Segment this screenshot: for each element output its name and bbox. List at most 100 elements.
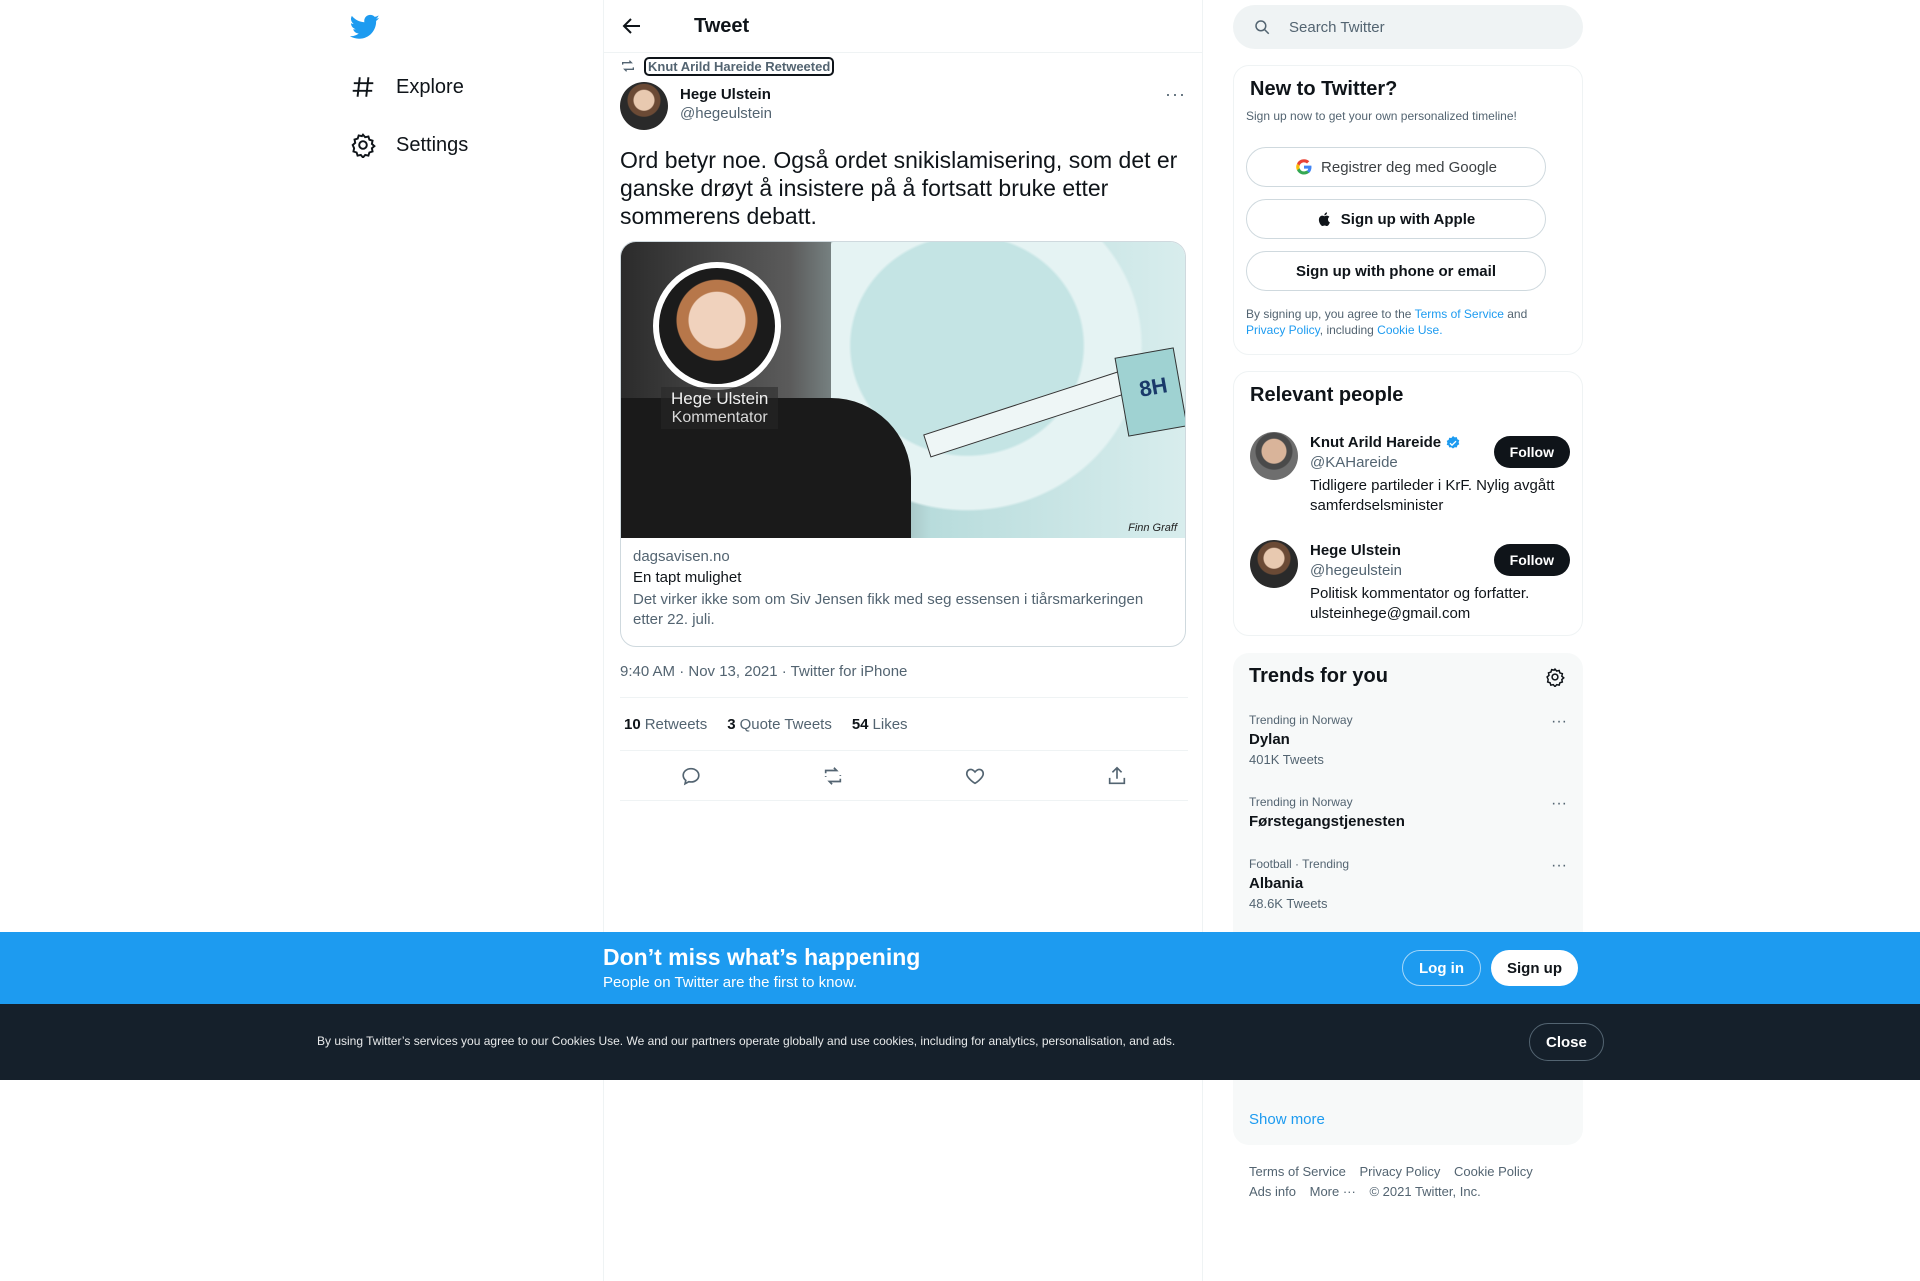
person-bio: Tidligere partileder i KrF. Nylig avgått… (1310, 477, 1555, 514)
signup-promo-bar: Don’t miss what’s happening People on Tw… (0, 932, 1920, 1004)
twitter-logo-icon[interactable] (349, 12, 380, 42)
phone-email-signup-button[interactable]: Sign up with phone or email (1246, 251, 1546, 291)
share-icon[interactable] (1106, 765, 1128, 787)
gear-icon[interactable] (1545, 667, 1565, 687)
hashtag-icon (352, 77, 374, 97)
avatar[interactable] (1250, 540, 1298, 588)
promo-title: Don’t miss what’s happening (603, 944, 921, 970)
retweet-action-icon[interactable] (822, 765, 844, 787)
author-portrait (653, 262, 781, 390)
google-signup-label: Registrer deg med Google (1321, 158, 1497, 176)
avatar[interactable] (1250, 432, 1298, 480)
footer-ads-link[interactable]: Ads info (1249, 1184, 1296, 1199)
terms-link[interactable]: Terms of Service (1415, 307, 1504, 321)
retweets-stat[interactable]: 10 Retweets (624, 716, 707, 733)
link-card[interactable]: 8H Hege Ulstein Kommentator Finn Graff d… (620, 241, 1186, 647)
person-bio: Politisk kommentator og forfatter. ulste… (1310, 585, 1530, 622)
nav-settings-label: Settings (396, 133, 469, 156)
search-icon (1255, 20, 1270, 35)
card-image: 8H Hege Ulstein Kommentator Finn Graff (621, 242, 1185, 538)
cookie-consent-bar: By using Twitter’s services you agree to… (0, 1004, 1920, 1080)
signup-button[interactable]: Sign up (1491, 950, 1578, 986)
search-placeholder: Search Twitter (1289, 18, 1385, 36)
person-handle[interactable]: @hegeulstein (1310, 562, 1402, 579)
tweet-author: Hege Ulstein @hegeulstein (620, 82, 772, 130)
cookie-close-button[interactable]: Close (1529, 1023, 1604, 1061)
new-to-twitter-subtitle: Sign up now to get your own personalized… (1246, 109, 1517, 123)
cookie-text: By using Twitter’s services you agree to… (317, 1034, 1176, 1048)
quotes-count: 3 (727, 715, 736, 733)
retweets-count: 10 (624, 715, 641, 733)
trend-name: Albania (1249, 875, 1304, 892)
trend-count: 48.6K Tweets (1249, 896, 1328, 911)
relevant-people-panel: Relevant people Knut Arild Hareide @KAHa… (1233, 371, 1583, 636)
tweet-text: Ord betyr noe. Også ordet snikislamiseri… (620, 147, 1178, 229)
verified-badge-icon (1446, 435, 1460, 449)
show-more-link[interactable]: Show more (1249, 1111, 1325, 1128)
footer-privacy-link[interactable]: Privacy Policy (1359, 1164, 1440, 1179)
person-card-ulstein[interactable]: Hege Ulstein @hegeulstein Politisk komme… (1250, 540, 1570, 630)
footer-cookie-link[interactable]: Cookie Policy (1454, 1164, 1533, 1179)
tweet-timestamp[interactable]: 9:40 AM · Nov 13, 2021 · Twitter for iPh… (620, 663, 907, 680)
cookie-use-link[interactable]: Cookie Use. (1377, 323, 1442, 337)
google-signup-button[interactable]: Registrer deg med Google (1246, 147, 1546, 187)
gear-icon (351, 133, 376, 158)
person-name[interactable]: Hege Ulstein (1310, 542, 1401, 559)
retweet-icon (622, 60, 634, 72)
trend-context: Trending in Norway (1249, 713, 1353, 727)
image-caption-role: Kommentator (671, 409, 768, 426)
tweet-column: Tweet Knut Arild Hareide Retweeted Hege … (603, 0, 1203, 1281)
retweet-context: Knut Arild Hareide Retweeted (620, 56, 835, 76)
trend-item[interactable]: Football · Trending Albania 48.6K Tweets… (1249, 857, 1567, 911)
apple-signup-button[interactable]: Sign up with Apple (1246, 199, 1546, 239)
footer-terms-link[interactable]: Terms of Service (1249, 1164, 1346, 1179)
legal-and: and (1503, 307, 1528, 321)
trend-context: Trending in Norway (1249, 795, 1353, 809)
quotes-label: Quote Tweets (739, 715, 832, 733)
follow-button[interactable]: Follow (1493, 544, 1570, 576)
avatar[interactable] (620, 82, 668, 130)
retweeted-by-link[interactable]: Knut Arild Hareide Retweeted (643, 56, 835, 76)
tweet-stats: 10 Retweets 3 Quote Tweets 54 Likes (620, 697, 1188, 751)
apple-icon (1318, 212, 1330, 226)
nav-settings[interactable]: Settings (350, 132, 468, 158)
person-name[interactable]: Knut Arild Hareide (1310, 434, 1461, 451)
new-to-twitter-title: New to Twitter? (1250, 78, 1398, 100)
footer-more-link[interactable]: More ··· (1310, 1184, 1356, 1199)
artist-signature: Finn Graff (1128, 522, 1177, 534)
apple-signup-label: Sign up with Apple (1340, 210, 1476, 228)
more-options-icon[interactable]: ··· (1551, 713, 1567, 731)
nav-explore[interactable]: Explore (350, 74, 464, 100)
trend-item[interactable]: Trending in Norway Dylan 401K Tweets ··· (1249, 713, 1567, 767)
person-name-text: Knut Arild Hareide (1310, 434, 1442, 451)
likes-stat[interactable]: 54 Likes (852, 716, 908, 733)
legal-including: , including (1319, 323, 1378, 337)
reply-icon[interactable] (680, 765, 702, 787)
follow-button[interactable]: Follow (1493, 436, 1570, 468)
nav-explore-label: Explore (396, 75, 464, 98)
retweets-label: Retweets (644, 715, 708, 733)
image-caption: Hege Ulstein Kommentator (661, 387, 779, 429)
person-card-hareide[interactable]: Knut Arild Hareide @KAHareide Tidligere … (1250, 432, 1570, 522)
person-handle[interactable]: @KAHareide (1310, 454, 1398, 471)
privacy-link[interactable]: Privacy Policy (1246, 323, 1320, 337)
card-body: dagsavisen.no En tapt mulighet Det virke… (621, 538, 1185, 640)
quotes-stat[interactable]: 3 Quote Tweets (727, 716, 832, 733)
trends-title: Trends for you (1249, 665, 1388, 687)
more-options-icon[interactable]: ··· (1551, 795, 1567, 813)
author-handle[interactable]: @hegeulstein (680, 105, 772, 122)
illustration-sleeve: 8H (1114, 347, 1185, 437)
search-input[interactable]: Search Twitter (1233, 5, 1583, 49)
footer-copyright: © 2021 Twitter, Inc. (1369, 1184, 1481, 1199)
trend-item[interactable]: Trending in Norway Førstegangstjenesten … (1249, 795, 1567, 830)
likes-count: 54 (851, 715, 869, 733)
more-options-icon[interactable]: ··· (1551, 857, 1567, 875)
card-title: En tapt mulighet (633, 569, 742, 586)
login-button[interactable]: Log in (1402, 950, 1481, 986)
relevant-people-title: Relevant people (1250, 384, 1404, 406)
like-heart-icon[interactable] (964, 765, 986, 787)
author-name[interactable]: Hege Ulstein (680, 86, 772, 103)
more-options-icon[interactable]: ··· (1165, 84, 1186, 105)
promo-subtitle: People on Twitter are the first to know. (603, 974, 858, 991)
back-arrow-icon[interactable] (620, 14, 644, 38)
